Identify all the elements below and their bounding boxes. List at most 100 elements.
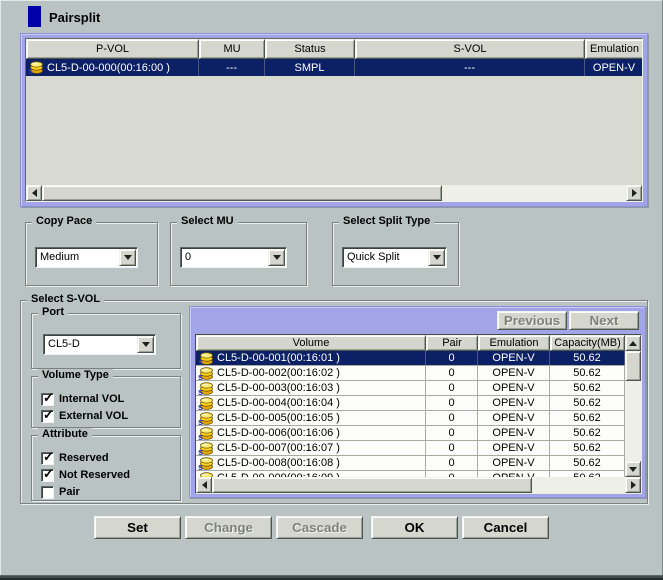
checkbox-pair[interactable] (41, 486, 54, 499)
copy-pace-select[interactable]: Medium (35, 247, 138, 268)
svol-table-row[interactable]: sCL5-D-00-008(00:16:08 )0OPEN-V50.62 (196, 456, 641, 471)
attribute-option-not-reserved[interactable]: ✓ Not Reserved (41, 468, 130, 482)
svol-table-row[interactable]: sCL5-D-00-003(00:16:03 )0OPEN-V50.62 (196, 381, 641, 396)
set-button[interactable]: Set (94, 516, 181, 539)
window-bottom-edge (0, 575, 663, 580)
arrow-left-icon (32, 189, 37, 197)
svol-cell-50-62: 50.62 (550, 381, 625, 395)
checkbox-not-reserved[interactable]: ✓ (41, 469, 54, 482)
horizontal-scroll-thumb[interactable] (42, 185, 442, 201)
cascade-button: Cascade (276, 516, 363, 539)
checkbox-reserved[interactable]: ✓ (41, 452, 54, 465)
checkbox-label-not-reserved: Not Reserved (59, 469, 130, 481)
svol-cell-cl5-d-00-002-00-16-02: sCL5-D-00-002(00:16:02 ) (196, 366, 426, 380)
scroll-right-button[interactable] (625, 477, 641, 493)
checkbox-external-vol[interactable]: ✓ (41, 410, 54, 423)
split-type-select[interactable]: Quick Split (342, 247, 447, 268)
svol-cell-50-62: 50.62 (550, 411, 625, 425)
pvol-cell-cl5-d-00-000-00-16-00: s CL5-D-00-000(00:16:00 ) (26, 59, 199, 76)
cancel-button[interactable]: Cancel (462, 516, 549, 539)
split-type-dropdown-button[interactable] (428, 249, 445, 266)
svol-horizontal-scrollbar[interactable] (196, 477, 641, 493)
svol-cell-cl5-d-00-004-00-16-04: sCL5-D-00-004(00:16:04 ) (196, 396, 426, 410)
svol-list-panel: Previous Next VolumePairEmulationCapacit… (189, 306, 646, 498)
scroll-right-button[interactable] (626, 185, 642, 201)
pvol-cell-: --- (199, 59, 265, 76)
port-dropdown-button[interactable] (137, 336, 154, 353)
svg-text:s: s (198, 447, 203, 455)
svol-table-row[interactable]: sCL5-D-00-004(00:16:04 )0OPEN-V50.62 (196, 396, 641, 411)
pairsplit-dialog: Pairsplit P-VOLMUStatusS-VOLEmulation sC… (0, 0, 663, 580)
svol-cell-0: 0 (426, 426, 478, 440)
volume-type-option-internal-vol[interactable]: ✓Internal VOL (41, 392, 124, 406)
svol-table-row[interactable]: sCL5-D-00-005(00:16:05 )0OPEN-V50.62 (196, 411, 641, 426)
pvol-column-header-s-vol: S-VOL (355, 39, 585, 59)
volume-name: CL5-D-00-002(00:16:02 ) (217, 367, 340, 379)
next-button: Next (569, 311, 639, 330)
port-label: Port (38, 306, 68, 318)
svol-table-row[interactable]: sCL5-D-00-001(00:16:01 )0OPEN-V50.62 (196, 351, 641, 366)
scroll-left-button[interactable] (196, 477, 212, 493)
scroll-up-button[interactable] (625, 335, 641, 351)
volume-type-option-external-vol[interactable]: ✓ External VOL (41, 409, 128, 423)
volume-name: CL5-D-00-006(00:16:06 ) (217, 427, 340, 439)
svol-table-row[interactable]: sCL5-D-00-006(00:16:06 )0OPEN-V50.62 (196, 426, 641, 441)
svol-cell-50-62: 50.62 (550, 426, 625, 440)
svg-text:s: s (28, 66, 33, 74)
svol-vertical-scrollbar[interactable] (625, 335, 641, 477)
copy-pace-dropdown-button[interactable] (119, 249, 136, 266)
split-type-value: Quick Split (347, 251, 426, 263)
svg-text:s: s (198, 432, 203, 440)
svol-cell-cl5-d-00-007-00-16-07: sCL5-D-00-007(00:16:07 ) (196, 441, 426, 455)
pvol-table-row[interactable]: sCL5-D-00-000(00:16:00 )---SMPL---OPEN-V (26, 59, 642, 76)
svol-cell-50-62: 50.62 (550, 351, 625, 365)
volume-name: CL5-D-00-005(00:16:05 ) (217, 412, 340, 424)
svol-table-row[interactable]: sCL5-D-00-007(00:16:07 )0OPEN-V50.62 (196, 441, 641, 456)
select-svol-group: Select S-VOL Port CL5-D Volume Type ✓Int… (20, 300, 648, 504)
horizontal-scroll-thumb[interactable] (212, 477, 532, 493)
svol-cell-open-v: OPEN-V (478, 456, 550, 470)
scroll-left-button[interactable] (26, 185, 42, 201)
pvol-horizontal-scrollbar[interactable] (26, 185, 642, 201)
pvol-table-header-row: P-VOLMUStatusS-VOLEmulation (26, 39, 642, 59)
volume-name: CL5-D-00-000(00:16:00 ) (47, 62, 170, 74)
select-mu-select[interactable]: 0 (180, 247, 287, 268)
select-mu-dropdown-button[interactable] (268, 249, 285, 266)
pvol-table-panel: P-VOLMUStatusS-VOLEmulation s CL5-D-00-00… (20, 33, 648, 207)
svol-cell-50-62: 50.62 (550, 456, 625, 470)
svol-cell-0: 0 (426, 396, 478, 410)
checkbox-label-reserved: Reserved (59, 452, 109, 464)
arrow-right-icon (631, 481, 636, 489)
pvol-cell-open-v: OPEN-V (585, 59, 643, 76)
scroll-down-button[interactable] (625, 461, 641, 477)
ok-button[interactable]: OK (371, 516, 458, 539)
attribute-option-pair[interactable]: Pair (41, 485, 80, 499)
chevron-down-icon (433, 255, 441, 260)
port-select[interactable]: CL5-D (43, 334, 156, 355)
page-title: Pairsplit (49, 10, 100, 25)
svol-cell-0: 0 (426, 366, 478, 380)
port-group: Port CL5-D (31, 313, 181, 369)
arrow-down-icon (629, 467, 637, 472)
disk-stack-s-icon: s (198, 457, 214, 470)
volume-name: CL5-D-00-001(00:16:01 ) (217, 352, 340, 364)
attribute-group: Attribute ✓Reserved✓Not ReservedPair (31, 435, 181, 501)
arrow-left-icon (202, 481, 207, 489)
svol-column-header-pair: Pair (426, 335, 478, 351)
checkbox-label-external-vol: External VOL (59, 410, 128, 422)
svol-table-row[interactable]: sCL5-D-00-002(00:16:02 )0OPEN-V50.62 (196, 366, 641, 381)
checkmark-icon: ✓ (43, 408, 54, 422)
svol-column-header-volume: Volume (196, 335, 426, 351)
copy-pace-group: Copy Pace Medium (25, 222, 158, 286)
change-button: Change (185, 516, 272, 539)
checkbox-internal-vol[interactable]: ✓ (41, 393, 54, 406)
svol-cell-0: 0 (426, 351, 478, 365)
pvol-cell-: --- (355, 59, 585, 76)
attribute-option-reserved[interactable]: ✓ Reserved (41, 451, 109, 465)
volume-name: CL5-D-00-003(00:16:03 ) (217, 382, 340, 394)
pvol-table: P-VOLMUStatusS-VOLEmulation s CL5-D-00-00… (25, 38, 643, 202)
svol-table-body: sCL5-D-00-001(00:16:01 )0OPEN-V50.62sCL5… (196, 351, 641, 486)
disk-stack-s-icon: s (198, 382, 214, 395)
title-marker-icon (28, 6, 41, 27)
vertical-scroll-thumb[interactable] (625, 351, 641, 381)
